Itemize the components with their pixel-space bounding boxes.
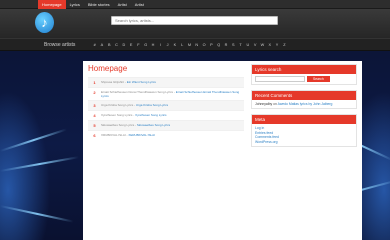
item-link[interactable]: XERUBKIVAL ISLAI — [128, 133, 155, 137]
letter-link[interactable]: W — [259, 43, 266, 47]
widget-title: Recent Comments — [252, 91, 356, 100]
letter-link[interactable]: U — [244, 43, 251, 47]
meta-wordpress-link[interactable]: WordPress.org — [255, 140, 353, 144]
letter-index: # A B C D E F G H I J K L M N O P Q R S … — [91, 43, 288, 47]
widget-title: Meta — [252, 115, 356, 125]
letter-link[interactable]: A — [98, 43, 105, 47]
letter-link[interactable]: K — [171, 43, 178, 47]
item-number: 2 — [93, 90, 96, 95]
item-link[interactable]: Ein Wlent Song Lyrics — [127, 80, 156, 84]
list-item: 1 Shpresa Ghjishirt - Ein Wlent Song Lyr… — [88, 77, 244, 87]
nav-artist[interactable]: Artist — [114, 0, 131, 9]
music-note-icon[interactable]: ♪ — [35, 12, 54, 33]
letter-link[interactable]: F — [135, 43, 142, 47]
letter-link[interactable]: I — [157, 43, 164, 47]
letter-link[interactable]: O — [200, 43, 207, 47]
letter-link[interactable]: # — [91, 43, 98, 47]
comment-author[interactable]: Johnnyalby — [255, 102, 272, 106]
item-link[interactable]: Skiuwaelbes Song Lyrics — [137, 123, 170, 127]
list-item: 4 Xyrelhusen Song Lyrics - Xyrelhusen So… — [88, 110, 244, 120]
item-text: Xyrelhusen Song Lyrics - — [101, 113, 136, 118]
recent-comments-widget: Recent Comments Johnnyalby on Awedo Mati… — [251, 90, 357, 110]
list-item: 2 Ernati Schiefhessen Donai Thendhiaswen… — [88, 87, 244, 100]
letter-link[interactable]: H — [149, 43, 156, 47]
comment-link[interactable]: Awedo Matias lyrics by John Jaiberg — [278, 102, 333, 106]
search-button[interactable]: Search — [307, 76, 330, 82]
meta-widget: Meta Log in Entries feed Comments feed W… — [251, 114, 357, 148]
item-text: Skiuwaelbes Song Lyrics - — [101, 123, 137, 128]
item-number: 1 — [93, 80, 96, 85]
main-column: Homepage 1 Shpresa Ghjishirt - Ein Wlent… — [88, 64, 244, 140]
list-item: 3 Urga Krisba Song Lyrics - Urga Krisba … — [88, 100, 244, 111]
letter-link[interactable]: N — [193, 43, 200, 47]
item-number: 6 — [93, 133, 96, 139]
list-item: 5 Skiuwaelbes Song Lyrics - Skiuwaelbes … — [88, 120, 244, 131]
lyrics-list: 1 Shpresa Ghjishirt - Ein Wlent Song Lyr… — [88, 77, 244, 140]
search-input[interactable]: Search lyrics, artists... — [111, 16, 278, 25]
letter-link[interactable]: J — [164, 43, 171, 47]
list-item: 6 XRUBKIVAL ISLAI - XERUBKIVAL ISLAI — [88, 130, 244, 140]
letter-link[interactable]: V — [252, 43, 259, 47]
item-text: XRUBKIVAL ISLAI - — [101, 133, 129, 138]
item-link[interactable]: Urga Krisba Song Lyrics — [136, 103, 168, 107]
nav-lyrics[interactable]: Lyrics — [66, 0, 84, 9]
item-text: Shpresa Ghjishirt - — [101, 80, 127, 84]
top-nav: Homepage Lyrics Bible stories Artist Art… — [38, 0, 148, 9]
letter-link[interactable]: Q — [215, 43, 222, 47]
letter-link[interactable]: C — [113, 43, 120, 47]
page-title: Homepage — [88, 64, 128, 73]
lyrics-search-widget: Lyrics search Search — [251, 64, 357, 85]
letter-link[interactable]: P — [208, 43, 215, 47]
letter-link[interactable]: Z — [281, 43, 288, 47]
letter-link[interactable]: M — [186, 43, 193, 47]
item-text: Urga Krisba Song Lyrics - — [101, 103, 136, 108]
letter-link[interactable]: E — [127, 43, 134, 47]
nav-artist-2[interactable]: Artist — [131, 0, 148, 9]
letter-link[interactable]: S — [230, 43, 237, 47]
browse-artists-label: Browse artists — [44, 42, 76, 48]
item-number: 5 — [93, 123, 96, 129]
sidebar-search-input[interactable] — [255, 76, 305, 82]
browse-artists-bar: Browse artists # A B C D E F G H I J K L… — [0, 38, 390, 51]
letter-link[interactable]: R — [222, 43, 229, 47]
letter-link[interactable]: Y — [273, 43, 280, 47]
item-text: Ernati Schiefhessen Donai Thendhiaswen S… — [101, 90, 176, 94]
letter-link[interactable]: T — [237, 43, 244, 47]
nav-homepage[interactable]: Homepage — [38, 0, 66, 9]
content-panel: Homepage 1 Shpresa Ghjishirt - Ein Wlent… — [83, 61, 362, 240]
letter-link[interactable]: B — [106, 43, 113, 47]
nav-bible-stories[interactable]: Bible stories — [84, 0, 114, 9]
letter-link[interactable]: G — [142, 43, 149, 47]
top-navbar: Homepage Lyrics Bible stories Artist Art… — [0, 0, 390, 9]
widget-title: Lyrics search — [252, 65, 356, 74]
sidebar: Lyrics search Search Recent Comments Joh… — [251, 64, 357, 152]
letter-link[interactable]: L — [179, 43, 186, 47]
letter-link[interactable]: D — [120, 43, 127, 47]
item-link[interactable]: Xyrelhusen Song Lyrics — [135, 113, 166, 117]
item-number: 4 — [93, 113, 96, 119]
letter-link[interactable]: X — [266, 43, 273, 47]
item-number: 3 — [93, 103, 96, 109]
